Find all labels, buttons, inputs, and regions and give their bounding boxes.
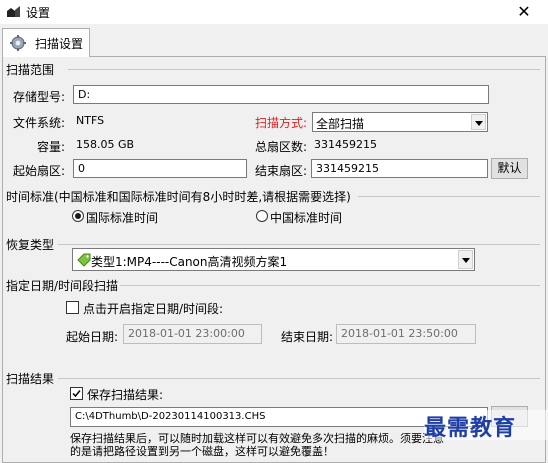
scan-range-title: 扫描范围: [6, 63, 55, 77]
radio-button[interactable]: [256, 210, 268, 222]
date-range-toggle[interactable]: 点击开启指定日期/时间段:: [66, 300, 236, 316]
recovery-type-title: 恢复类型: [6, 238, 55, 252]
filesystem-label: 文件系统:: [13, 116, 66, 130]
close-icon: ✕: [517, 2, 531, 21]
recovery-type-value: 类型1:MP4----Canon高清视频方案1: [91, 255, 288, 269]
radio-international[interactable]: 国际标准时间: [72, 209, 172, 225]
capacity-label: 容量:: [37, 140, 66, 154]
recovery-type-select[interactable]: 类型1:MP4----Canon高清视频方案1: [72, 248, 475, 271]
save-result-checkbox[interactable]: [70, 387, 83, 400]
start-date-label: 起始日期:: [66, 330, 119, 344]
checkmark-icon: [72, 390, 81, 398]
radio-button[interactable]: [72, 210, 84, 222]
capacity-value: 158.05 GB: [76, 138, 135, 151]
radio-selected-dot: [75, 213, 81, 219]
group-divider: [58, 378, 540, 379]
start-sector-field[interactable]: 0: [73, 159, 247, 178]
window-title: 设置: [26, 6, 51, 20]
group-divider: [68, 69, 540, 70]
save-result-label: 保存扫描结果:: [87, 388, 164, 402]
tag-icon: [77, 253, 91, 267]
radio-china[interactable]: 中国标准时间: [256, 209, 356, 225]
default-button[interactable]: 默认: [491, 158, 528, 179]
watermark-logo: 最需教育: [424, 410, 548, 441]
end-sector-label: 结束扇区:: [255, 164, 308, 178]
dropdown-button[interactable]: [471, 114, 486, 130]
group-divider: [58, 244, 540, 245]
tab-scan-settings[interactable]: 扫描设置: [2, 28, 90, 57]
total-sectors-label: 总扇区数:: [255, 140, 308, 154]
date-range-enable-label: 点击开启指定日期/时间段:: [83, 302, 224, 316]
date-range-checkbox[interactable]: [66, 301, 79, 314]
scan-mode-select[interactable]: 全部扫描: [312, 112, 488, 132]
storage-type-field[interactable]: D:: [73, 85, 489, 104]
note-line-2: 的是请把路径设置到另一个磁盘，这样可以避免覆盖！: [70, 445, 334, 458]
date-range-title: 指定日期/时间段扫描: [6, 279, 119, 293]
scan-mode-value: 全部扫描: [316, 117, 365, 131]
time-standard-title: 时间标准(中国标准和国际标准时间有8小时时差,请根据需要选择): [6, 190, 351, 204]
end-date-field[interactable]: 2018-01-01 23:50:00: [336, 324, 476, 344]
scan-settings-icon: [10, 35, 26, 51]
radio-international-label: 国际标准时间: [86, 211, 159, 225]
end-sector-field[interactable]: 331459215: [311, 159, 488, 178]
chevron-down-icon: [462, 258, 470, 263]
storage-type-label: 存储型号:: [13, 90, 66, 104]
filesystem-value: NTFS: [76, 114, 105, 127]
chevron-down-icon: [475, 121, 483, 126]
start-sector-label: 起始扇区:: [13, 164, 66, 178]
group-divider: [358, 196, 540, 197]
scan-mode-label: 扫描方式:: [255, 116, 308, 130]
end-date-label: 结束日期:: [281, 330, 334, 344]
total-sectors-value: 331459215: [314, 138, 377, 151]
title-bar: 设置 ✕: [0, 0, 548, 24]
close-button[interactable]: ✕: [514, 2, 534, 22]
start-date-field[interactable]: 2018-01-01 23:00:00: [123, 324, 262, 344]
tab-label: 扫描设置: [35, 37, 84, 51]
save-result-toggle[interactable]: 保存扫描结果:: [70, 386, 190, 402]
app-icon: [7, 6, 20, 17]
dropdown-button[interactable]: [458, 250, 473, 269]
radio-china-label: 中国标准时间: [270, 211, 343, 225]
scan-result-title: 扫描结果: [6, 372, 55, 386]
group-divider: [120, 285, 540, 286]
